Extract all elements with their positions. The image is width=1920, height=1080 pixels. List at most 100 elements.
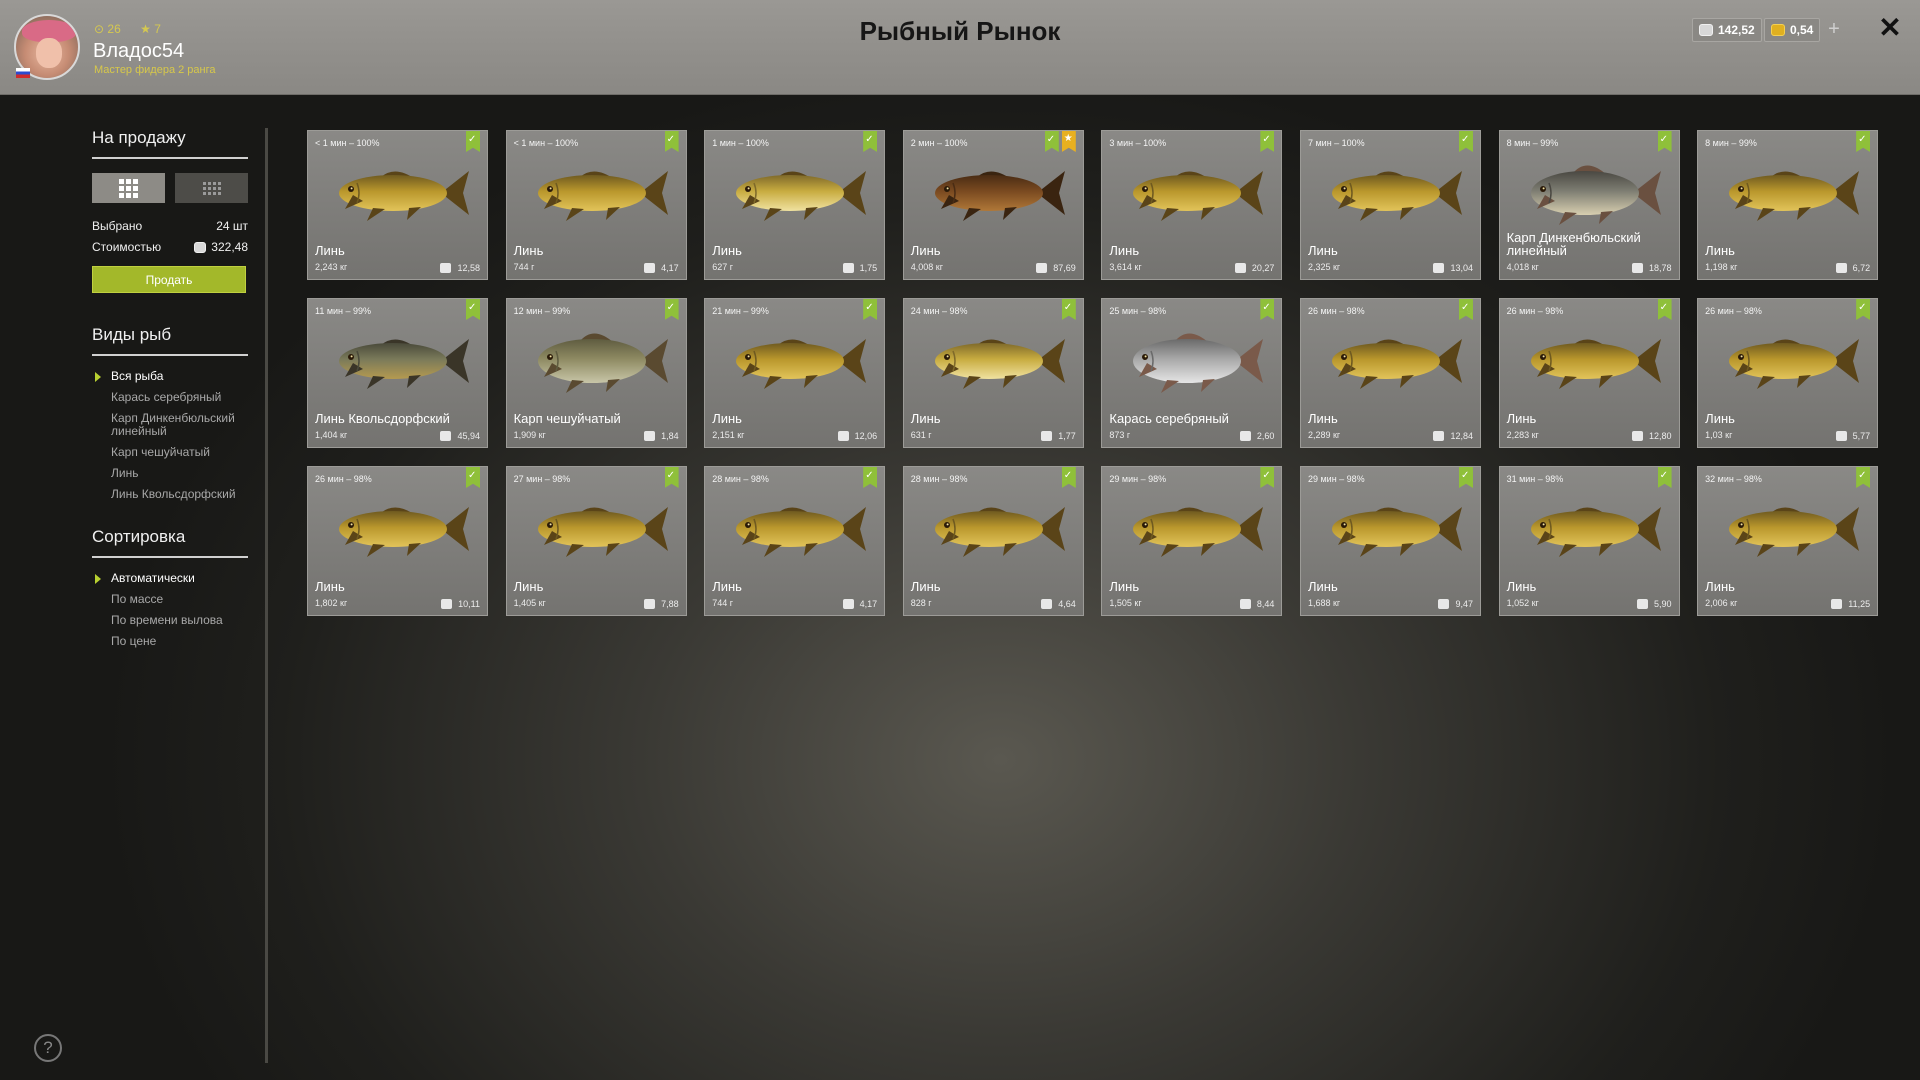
fish-image [323, 489, 473, 567]
selected-check-icon[interactable] [664, 467, 679, 488]
selected-check-icon[interactable] [1856, 131, 1871, 152]
fish-price-value: 20,27 [1251, 263, 1275, 273]
fish-card[interactable]: 31 мин – 98% Линь 1,052 кг 5,90 [1498, 466, 1680, 616]
fish-card[interactable]: 12 мин – 99% Карп чешуйчатый 1,909 кг 1,84 [505, 298, 687, 448]
catch-time-freshness: 31 мин – 98% [1506, 474, 1564, 484]
catch-time-freshness: 29 мин – 98% [1307, 474, 1365, 484]
fish-weight: 1,03 кг [1705, 430, 1733, 440]
fish-name: Линь [712, 411, 742, 426]
selected-check-icon[interactable] [664, 299, 679, 320]
fish-price: 1,84 [644, 431, 679, 441]
selected-check-icon[interactable] [1061, 467, 1076, 488]
fish-weight: 2,325 кг [1307, 262, 1341, 272]
catch-time-freshness: 25 мин – 98% [1109, 306, 1167, 316]
fish-card[interactable]: 26 мин – 98% Линь 2,283 кг 12,80 [1498, 298, 1680, 448]
catch-time-freshness: 27 мин – 98% [513, 474, 571, 484]
fish-card[interactable]: 27 мин – 98% Линь 1,405 кг 7,88 [505, 466, 687, 616]
fish-card[interactable]: 32 мин – 98% Линь 2,006 кг 11,25 [1697, 466, 1879, 616]
selected-check-icon[interactable] [466, 299, 480, 320]
fish-card[interactable]: 29 мин – 98% Линь 1,505 кг 8,44 [1101, 466, 1283, 616]
fish-image [1316, 153, 1466, 231]
fish-card[interactable]: 2 мин – 100% ✓ Линь 4,008 кг 87,69 [902, 130, 1084, 280]
catch-time-freshness: 1 мин – 100% [712, 138, 769, 148]
fish-card[interactable]: 8 мин – 99% Карп Динкенбюльский линейный… [1498, 130, 1680, 280]
sort-option-1[interactable]: По массе [92, 593, 248, 606]
species-filter-item-4[interactable]: Линь [92, 467, 248, 480]
sort-option-3[interactable]: По цене [92, 635, 248, 648]
selected-check-icon[interactable]: ✓ [1044, 131, 1059, 152]
selected-check-icon[interactable] [1657, 131, 1672, 152]
fish-weight: 627 г [712, 262, 733, 272]
selected-check-icon[interactable] [1458, 299, 1473, 320]
selected-count-row: Выбрано 24 шт [92, 219, 248, 233]
sort-option-2[interactable]: По времени вылова [92, 614, 248, 627]
add-currency-button[interactable]: + [1823, 18, 1845, 42]
selected-check-icon[interactable] [1458, 467, 1473, 488]
selected-check-icon[interactable] [1260, 299, 1275, 320]
fish-card[interactable]: 8 мин – 99% Линь 1,198 кг 6,72 [1697, 130, 1879, 280]
silver-coin-icon [1835, 431, 1847, 441]
selected-check-icon[interactable] [1458, 131, 1473, 152]
help-button[interactable]: ? [34, 1034, 62, 1062]
catch-time-freshness: 26 мин – 98% [1307, 306, 1365, 316]
fish-price: 5,77 [1835, 431, 1870, 441]
fish-card[interactable]: 28 мин – 98% Линь 744 г 4,17 [704, 466, 886, 616]
fish-image [1515, 321, 1665, 399]
fish-card[interactable]: 7 мин – 100% Линь 2,325 кг 13,04 [1299, 130, 1481, 280]
fish-card[interactable]: 26 мин – 98% Линь 1,03 кг 5,77 [1697, 298, 1879, 448]
fish-card[interactable]: 25 мин – 98% Карась серебряный 873 г 2,60 [1101, 298, 1283, 448]
fish-price-value: 4,64 [1058, 599, 1076, 609]
fish-card[interactable]: 21 мин – 99% Линь 2,151 кг 12,06 [704, 298, 886, 448]
fish-image [1515, 153, 1665, 231]
selected-check-icon[interactable] [1260, 467, 1275, 488]
fish-weight: 828 г [910, 598, 932, 608]
selected-check-icon[interactable] [1657, 467, 1672, 488]
fish-card[interactable]: 26 мин – 98% Линь 1,802 кг 10,11 [307, 466, 488, 616]
fish-price-value: 18,78 [1649, 263, 1672, 273]
selected-check-icon[interactable] [863, 467, 878, 488]
catch-time-freshness: 11 мин – 99% [315, 306, 372, 316]
selected-check-icon[interactable] [863, 131, 878, 152]
selected-check-icon[interactable] [466, 467, 480, 488]
fish-card[interactable]: < 1 мин – 100% Линь 2,243 кг 12,58 [307, 130, 488, 280]
silver-coin-icon [842, 599, 854, 609]
small-grid-view-button[interactable] [175, 173, 248, 203]
fish-card[interactable]: 28 мин – 98% Линь 828 г 4,64 [902, 466, 1084, 616]
species-filter-item-0[interactable]: Вся рыба [92, 370, 248, 383]
selected-check-icon[interactable] [863, 299, 878, 320]
selected-check-icon[interactable] [1260, 131, 1275, 152]
sort-option-0[interactable]: Автоматически [92, 572, 248, 585]
fish-card[interactable]: 11 мин – 99% Линь Квольсдорфский 1,404 кг… [307, 298, 488, 448]
selected-check-icon[interactable] [1856, 299, 1871, 320]
species-filter-item-2[interactable]: Карп Динкенбюльский линейный [92, 412, 248, 438]
fish-price-value: 87,69 [1053, 263, 1076, 273]
selected-check-icon[interactable] [664, 131, 679, 152]
silver-coin-icon [644, 599, 656, 609]
fish-weight: 4,018 кг [1506, 262, 1539, 272]
species-filter-item-3[interactable]: Карп чешуйчатый [92, 446, 248, 459]
species-filter-item-1[interactable]: Карась серебряный [92, 391, 248, 404]
fish-price: 11,25 [1831, 599, 1870, 609]
species-filter-item-5[interactable]: Линь Квольсдорфский [92, 488, 248, 501]
sell-button[interactable]: Продать [92, 266, 246, 293]
silver-coin-icon [1239, 599, 1251, 609]
fish-card[interactable]: 3 мин – 100% Линь 3,614 кг 20,27 [1101, 130, 1283, 280]
selected-check-icon[interactable] [466, 131, 480, 152]
large-grid-view-button[interactable] [92, 173, 165, 203]
fish-price-value: 12,80 [1649, 431, 1672, 441]
fish-price: 87,69 [1036, 263, 1076, 273]
fish-price: 20,27 [1234, 263, 1275, 273]
selected-check-icon[interactable] [1061, 299, 1076, 320]
fish-card[interactable]: < 1 мин – 100% Линь 744 г 4,17 [505, 130, 687, 280]
fish-card[interactable]: 1 мин – 100% Линь 627 г 1,75 [704, 130, 886, 280]
fish-image [1515, 489, 1665, 567]
close-button[interactable]: ✕ [1876, 14, 1904, 42]
gold-balance: 0,54 [1764, 18, 1821, 42]
fish-card[interactable]: 26 мин – 98% Линь 2,289 кг 12,84 [1299, 298, 1481, 448]
fish-card[interactable]: 29 мин – 98% Линь 1,688 кг 9,47 [1299, 466, 1481, 616]
fish-card[interactable]: 24 мин – 98% Линь 631 г 1,77 [902, 298, 1084, 448]
catch-time-freshness: 26 мин – 98% [1506, 306, 1564, 316]
fish-price: 7,88 [644, 599, 679, 609]
selected-check-icon[interactable] [1657, 299, 1672, 320]
selected-check-icon[interactable] [1856, 467, 1871, 488]
